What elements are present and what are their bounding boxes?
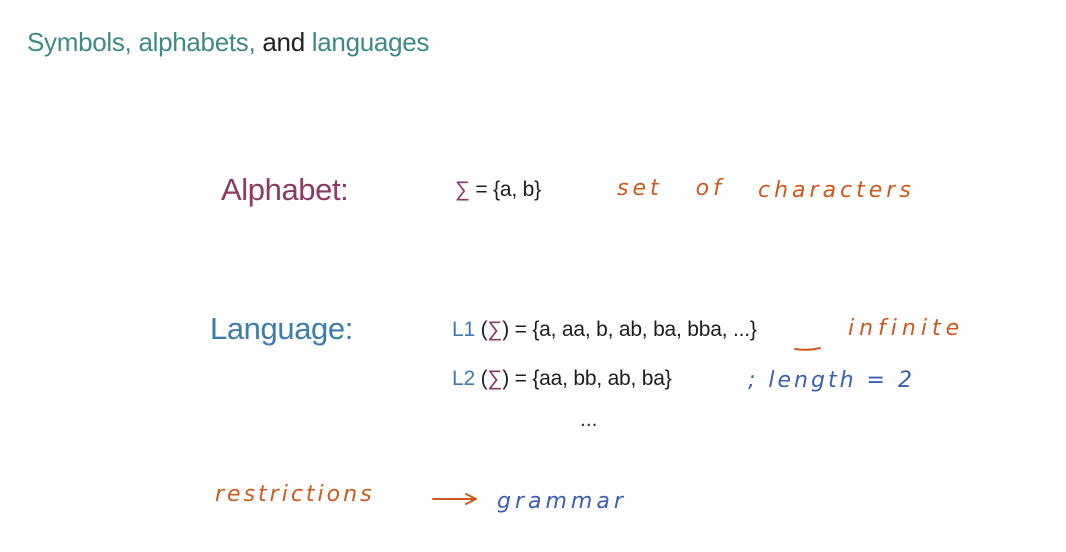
handwriting-overlay <box>432 347 821 505</box>
ellipsis-underline <box>794 347 821 351</box>
arrow-icon <box>432 493 477 505</box>
